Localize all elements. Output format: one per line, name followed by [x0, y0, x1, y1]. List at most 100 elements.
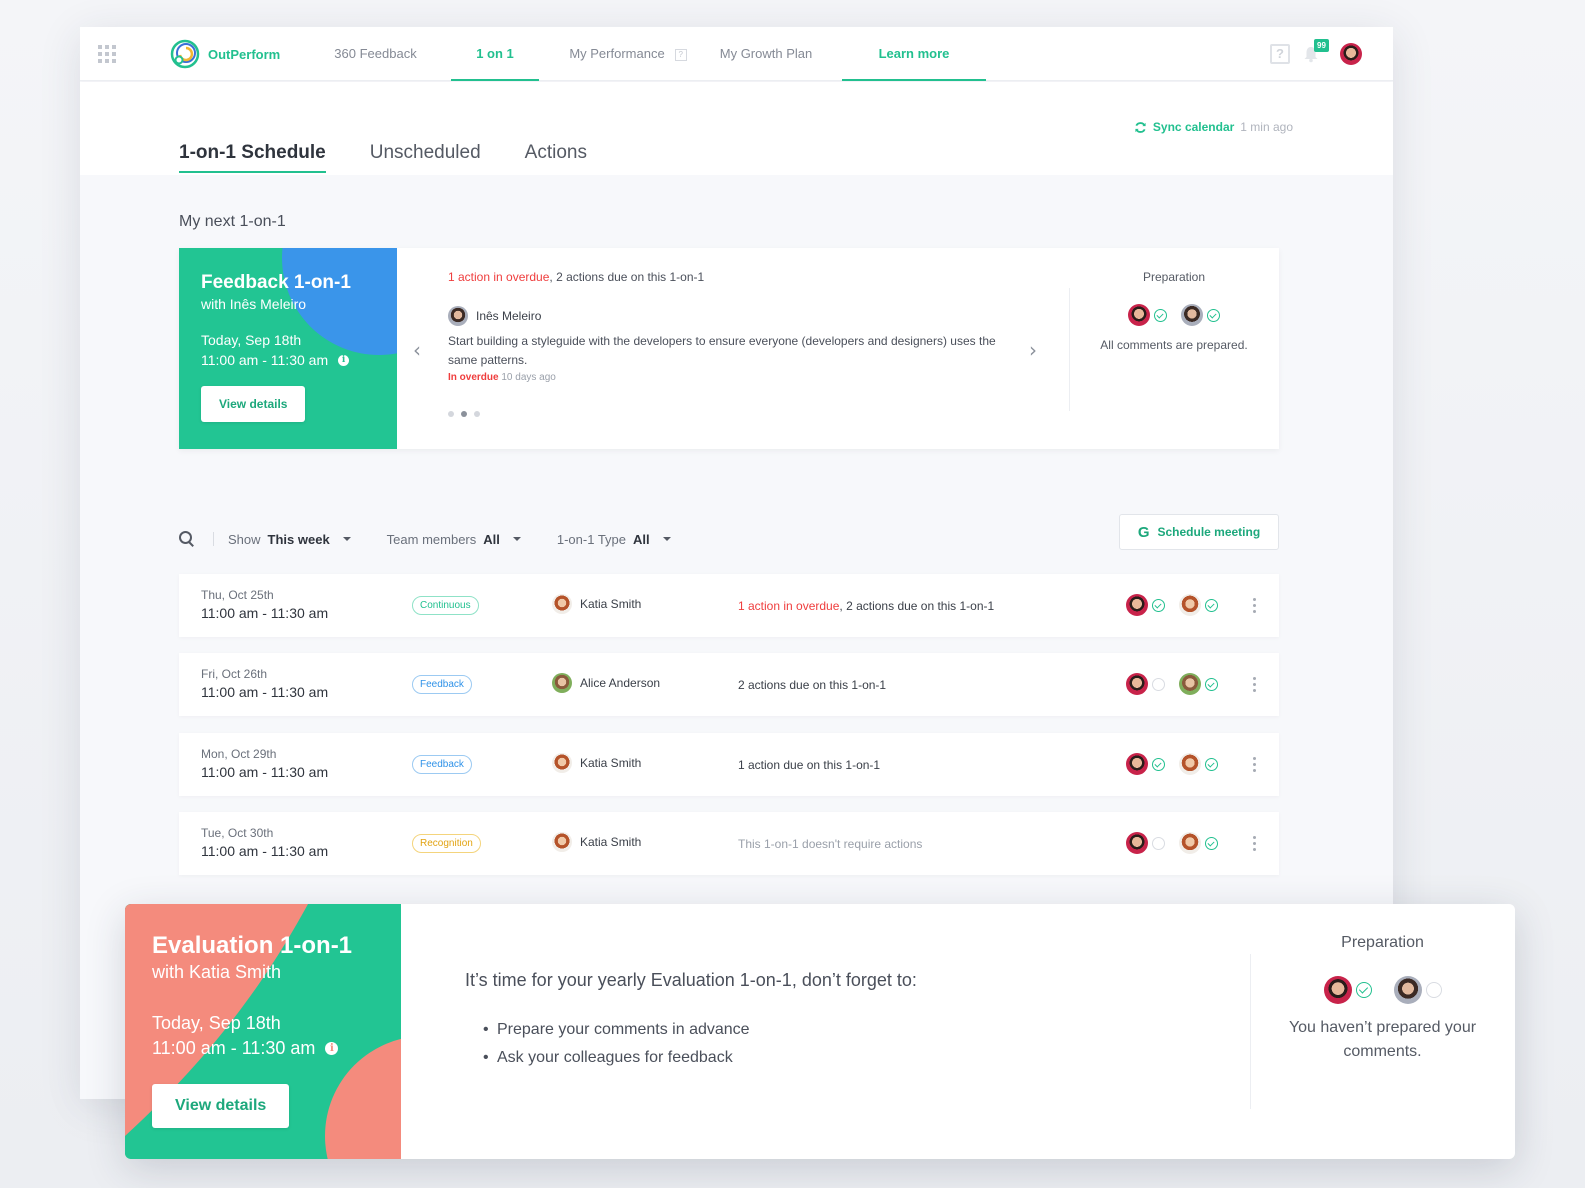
preparation-status [1126, 753, 1218, 775]
view-details-button[interactable]: View details [152, 1084, 290, 1128]
help-icon[interactable]: ? [1270, 44, 1290, 64]
nav-my-performance[interactable]: My Performance? [563, 27, 693, 81]
schedule-meeting-button[interactable]: G Schedule meeting [1119, 514, 1279, 550]
filter-label: 1-on-1 Type [556, 531, 627, 547]
view-details-button[interactable]: View details [201, 386, 306, 422]
help-icon[interactable]: ? [674, 48, 687, 61]
nav-360-feedback[interactable]: 360 Feedback [333, 27, 418, 81]
due-count: , 2 actions due on this 1-on-1 [549, 270, 705, 284]
nav-label: Learn more [878, 46, 950, 61]
more-options-icon[interactable] [1253, 757, 1257, 772]
checklist-item: Prepare your comments in advance [483, 1016, 1250, 1044]
avatar [552, 832, 572, 852]
meeting-row[interactable]: Thu, Oct 25th 11:00 am - 11:30 am Continuo… [179, 574, 1279, 637]
sync-calendar[interactable]: Sync calendar 1 min ago [1134, 120, 1293, 134]
avatar [1393, 976, 1422, 1004]
meeting-time-text: 11:00 am - 11:30 am [201, 352, 329, 368]
action-summary: 1 action in overdue, 2 actions due on th… [448, 270, 1019, 284]
meeting-date: Today, Sep 18th [152, 1013, 281, 1033]
app-logo[interactable]: OutPerform [170, 39, 280, 69]
avatar [552, 673, 572, 693]
avatar [1179, 673, 1201, 695]
search-icon[interactable] [179, 531, 195, 547]
user-avatar[interactable] [1340, 43, 1362, 65]
tab-1-on-1-schedule[interactable]: 1-on-1 Schedule [179, 142, 326, 173]
app-name: OutPerform [208, 46, 281, 62]
more-options-icon[interactable] [1253, 677, 1257, 692]
nav-learn-more[interactable]: Learn more [842, 27, 986, 81]
meeting-title: Evaluation 1-on-1 [152, 932, 353, 959]
preparation-status [1250, 976, 1515, 1004]
filter-value: All [483, 531, 500, 547]
next-1-on-1-hero: Feedback 1-on-1 with Inês Meleiro Today,… [179, 248, 397, 449]
nav-label: My Performance [569, 46, 665, 61]
tab-unscheduled[interactable]: Unscheduled [370, 142, 481, 172]
check-circle-icon [1205, 836, 1218, 850]
type-badge: Recognition [412, 834, 481, 853]
filter-label: Team members [386, 531, 477, 547]
top-navigation: OutPerform 360 Feedback 1 on 1 My Perfor… [80, 27, 1393, 81]
due-count: 2 actions due on this 1-on-1 [738, 678, 887, 692]
carousel-dot[interactable] [474, 411, 480, 417]
avatar [1126, 673, 1148, 695]
meeting-with: with Inês Meleiro [201, 296, 307, 312]
carousel-dot[interactable] [448, 411, 454, 417]
check-circle-icon [1205, 677, 1218, 691]
type-filter[interactable]: 1-on-1 Type All [557, 532, 671, 547]
avatar [1179, 832, 1201, 854]
check-circle-icon [1154, 308, 1167, 322]
info-icon[interactable]: i [325, 1042, 339, 1055]
avatar [1126, 832, 1148, 854]
outperform-logo-icon [170, 39, 200, 69]
sync-time: 1 min ago [1240, 120, 1293, 134]
person-name: Katia Smith [580, 597, 642, 611]
person-name: Alice Anderson [580, 676, 661, 690]
check-circle-icon [1152, 598, 1165, 612]
show-filter[interactable]: Show This week [228, 532, 351, 547]
meeting-row[interactable]: Mon, Oct 29th 11:00 am - 11:30 am Feedback… [179, 733, 1279, 796]
preparation-title: Preparation [1142, 270, 1206, 284]
avatar [552, 753, 572, 773]
overdue-count[interactable]: 1 action in overdue [448, 270, 549, 284]
nav-1-on-1[interactable]: 1 on 1 [451, 27, 539, 81]
checklist-item: Ask your colleagues for feedback [483, 1044, 1250, 1072]
divider [213, 532, 214, 546]
avatar [448, 306, 468, 326]
apps-grid-icon[interactable] [98, 45, 116, 63]
meeting-row[interactable]: Fri, Oct 26th 11:00 am - 11:30 am Feedback… [179, 653, 1279, 716]
chevron-left-icon[interactable]: ‹ [413, 338, 421, 362]
more-options-icon[interactable] [1253, 598, 1257, 613]
nav-label: 360 Feedback [334, 46, 417, 61]
due-count: 1 action due on this 1-on-1 [738, 758, 881, 772]
overdue-status: In overdue [448, 372, 499, 383]
nav-label: 1 on 1 [476, 46, 514, 61]
carousel-dot[interactable] [461, 411, 467, 417]
evaluation-popup: Evaluation 1-on-1 with Katia Smith Today… [125, 904, 1515, 1159]
sync-calendar-link[interactable]: Sync calendar [1153, 120, 1234, 134]
meeting-date: Thu, Oct 25th 11:00 am - 11:30 am [201, 588, 328, 621]
person-name: Katia Smith [580, 756, 642, 770]
meeting-time: 11:00 am - 11:30 am [201, 764, 329, 780]
team-members-filter[interactable]: Team members All [387, 532, 521, 547]
meeting-time: 11:00 am - 11:30 am i [201, 352, 397, 368]
schedule-meeting-label: Schedule meeting [1157, 525, 1261, 539]
more-options-icon[interactable] [1253, 836, 1257, 851]
preparation-panel: Preparation You haven’t prepared your co… [1250, 904, 1515, 1159]
chevron-right-icon[interactable]: › [1029, 338, 1037, 362]
info-icon[interactable]: i [338, 354, 350, 366]
overdue-count[interactable]: 1 action in overdue [738, 599, 839, 613]
evaluation-checklist: Prepare your comments in advance Ask you… [465, 1016, 1250, 1072]
person-name: Katia Smith [580, 835, 642, 849]
tab-actions[interactable]: Actions [525, 142, 587, 172]
nav-my-growth-plan[interactable]: My Growth Plan [716, 27, 816, 81]
avatar [552, 594, 572, 614]
meeting-day: Tue, Oct 30th [201, 826, 274, 840]
avatar [1179, 753, 1201, 775]
action-description: Start building a styleguide with the dev… [448, 334, 996, 367]
action-owner-name: Inês Meleiro [476, 309, 542, 323]
avatar [1181, 304, 1203, 326]
refresh-icon [1135, 121, 1146, 133]
type-badge: Feedback [412, 675, 472, 694]
pending-circle-icon [1152, 677, 1165, 691]
meeting-row[interactable]: Tue, Oct 30th 11:00 am - 11:30 am Recognit… [179, 812, 1279, 875]
